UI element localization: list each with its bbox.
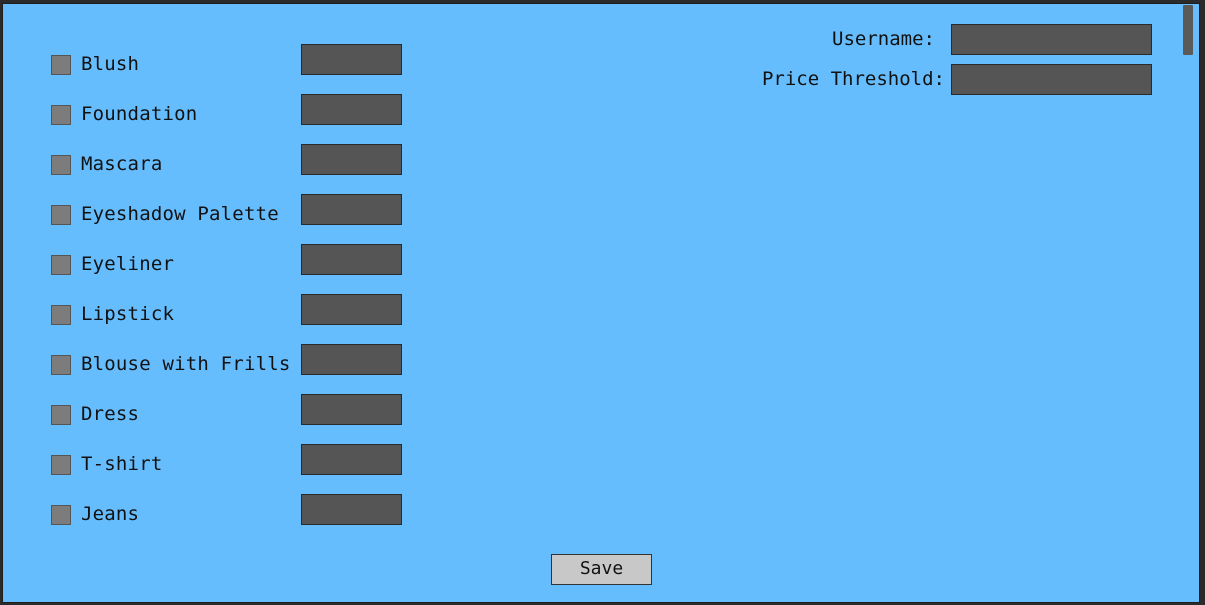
dress-price-input[interactable] bbox=[301, 394, 402, 425]
eyeliner-price-input[interactable] bbox=[301, 244, 402, 275]
blouse-with-frills-label: Blouse with Frills bbox=[81, 353, 291, 375]
lipstick-price-input[interactable] bbox=[301, 294, 402, 325]
username-label: Username: bbox=[832, 28, 935, 50]
dress-checkbox[interactable] bbox=[51, 405, 71, 425]
blush-label: Blush bbox=[81, 53, 140, 75]
list-item-mascara: Mascara bbox=[3, 144, 423, 189]
list-item-dress: Dress bbox=[3, 394, 423, 439]
list-item-t-shirt: T-shirt bbox=[3, 444, 423, 489]
blush-price-input[interactable] bbox=[301, 44, 402, 75]
eyeshadow-palette-label: Eyeshadow Palette bbox=[81, 203, 279, 225]
foundation-checkbox[interactable] bbox=[51, 105, 71, 125]
list-item-lipstick: Lipstick bbox=[3, 294, 423, 339]
list-item-eyeshadow-palette: Eyeshadow Palette bbox=[3, 194, 423, 239]
foundation-price-input[interactable] bbox=[301, 94, 402, 125]
dress-label: Dress bbox=[81, 403, 140, 425]
price-threshold-label: Price Threshold: bbox=[761, 68, 945, 90]
blouse-with-frills-checkbox[interactable] bbox=[51, 355, 71, 375]
blush-checkbox[interactable] bbox=[51, 55, 71, 75]
eyeshadow-palette-checkbox[interactable] bbox=[51, 205, 71, 225]
mascara-checkbox[interactable] bbox=[51, 155, 71, 175]
t-shirt-price-input[interactable] bbox=[301, 444, 402, 475]
lipstick-label: Lipstick bbox=[81, 303, 175, 325]
mascara-price-input[interactable] bbox=[301, 144, 402, 175]
list-item-jeans: Jeans bbox=[3, 494, 423, 539]
list-item-eyeliner: Eyeliner bbox=[3, 244, 423, 289]
eyeliner-checkbox[interactable] bbox=[51, 255, 71, 275]
t-shirt-label: T-shirt bbox=[81, 453, 163, 475]
list-item-blush: Blush bbox=[3, 44, 423, 89]
save-button[interactable]: Save bbox=[551, 554, 652, 585]
t-shirt-checkbox[interactable] bbox=[51, 455, 71, 475]
eyeliner-label: Eyeliner bbox=[81, 253, 175, 275]
list-item-foundation: Foundation bbox=[3, 94, 423, 139]
jeans-label: Jeans bbox=[81, 503, 140, 525]
scrollbar-thumb[interactable] bbox=[1183, 5, 1193, 55]
foundation-label: Foundation bbox=[81, 103, 198, 125]
app-window: Blush Foundation Mascara Eyeshadow Palet… bbox=[2, 3, 1200, 603]
jeans-checkbox[interactable] bbox=[51, 505, 71, 525]
price-threshold-input[interactable] bbox=[951, 64, 1152, 95]
eyeshadow-palette-price-input[interactable] bbox=[301, 194, 402, 225]
lipstick-checkbox[interactable] bbox=[51, 305, 71, 325]
jeans-price-input[interactable] bbox=[301, 494, 402, 525]
blouse-with-frills-price-input[interactable] bbox=[301, 344, 402, 375]
list-item-blouse-with-frills: Blouse with Frills bbox=[3, 344, 423, 389]
mascara-label: Mascara bbox=[81, 153, 163, 175]
username-input[interactable] bbox=[951, 24, 1152, 55]
